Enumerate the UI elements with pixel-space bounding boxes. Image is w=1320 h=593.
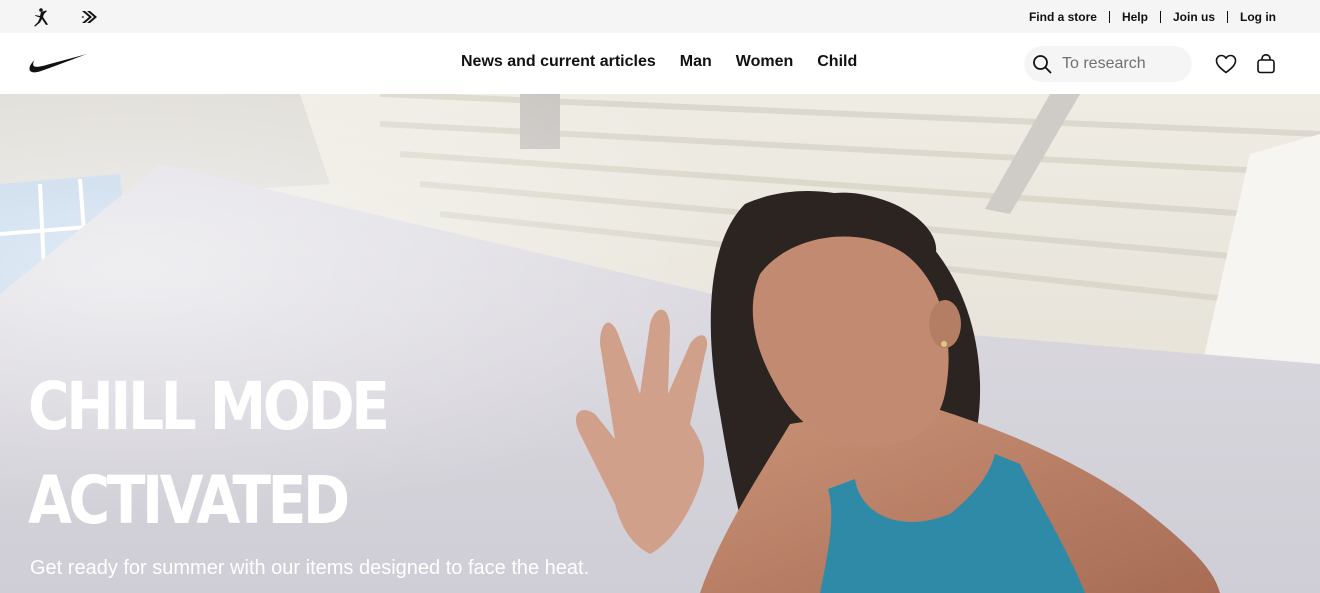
utility-links: Find a store Help Join us Log in <box>1029 10 1276 24</box>
find-store-link[interactable]: Find a store <box>1029 10 1097 24</box>
hero-headline: CHILL MODE ACTIVATED <box>28 360 390 548</box>
divider <box>1159 10 1161 23</box>
nav-item-child[interactable]: Child <box>817 53 857 71</box>
nike-swoosh-icon[interactable] <box>28 51 88 75</box>
converse-icon[interactable] <box>78 6 100 28</box>
search-box[interactable] <box>1024 46 1192 82</box>
hero-banner[interactable]: CHILL MODE ACTIVATED Get ready for summe… <box>0 94 1320 593</box>
help-link[interactable]: Help <box>1122 10 1148 24</box>
nav-item-women[interactable]: Women <box>736 53 793 71</box>
hero-subtitle: Get ready for summer with our items desi… <box>30 557 590 579</box>
search-input[interactable] <box>1062 55 1182 73</box>
utility-bar: Find a store Help Join us Log in <box>0 0 1320 33</box>
nav-item-man[interactable]: Man <box>680 53 712 71</box>
brand-links <box>30 6 100 28</box>
hero-headline-line-1: CHILL MODE <box>28 368 390 445</box>
nav-item-news[interactable]: News and current articles <box>461 53 656 71</box>
main-nav: News and current articles Man Women Chil… <box>0 33 1320 94</box>
search-icon[interactable] <box>1032 54 1052 74</box>
hero-headline-line-2: ACTIVATED <box>28 462 350 539</box>
divider <box>1227 10 1228 23</box>
bag-icon[interactable] <box>1254 52 1278 76</box>
log-in-link[interactable]: Log in <box>1240 10 1276 24</box>
join-us-link[interactable]: Join us <box>1173 10 1215 24</box>
jordan-icon[interactable] <box>30 6 52 28</box>
primary-nav: News and current articles Man Women Chil… <box>461 53 857 71</box>
divider <box>1108 10 1110 23</box>
heart-icon[interactable] <box>1214 52 1238 76</box>
